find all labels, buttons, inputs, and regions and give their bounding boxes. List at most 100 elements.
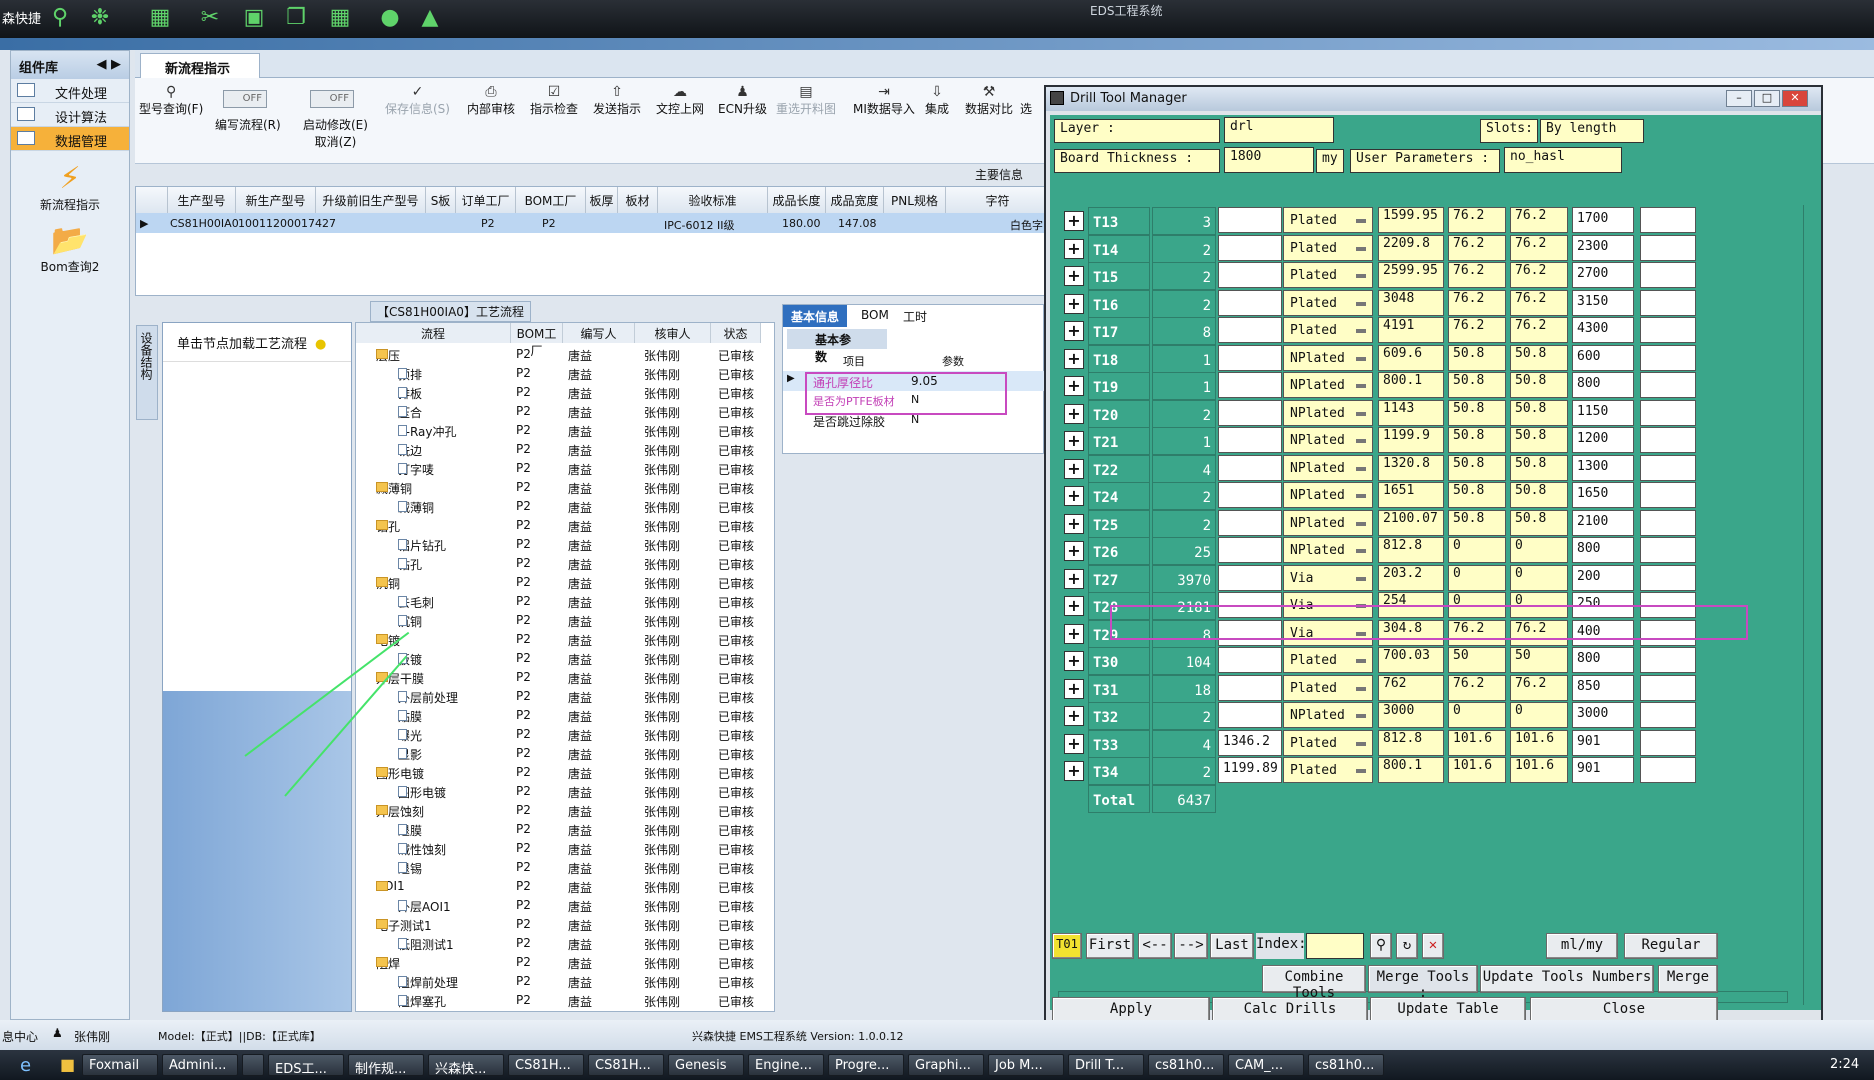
drill-size-field[interactable]: 812.8 (1378, 729, 1444, 756)
note-field[interactable] (1640, 482, 1696, 508)
expand-icon[interactable]: + (1064, 376, 1084, 396)
refresh-icon[interactable]: ↻ (1396, 933, 1418, 959)
tolerance-minus-field[interactable]: 76.2 (1510, 619, 1568, 646)
note-field[interactable] (1640, 509, 1696, 536)
taskbar-item[interactable]: Progre... (828, 1054, 904, 1076)
tree-row[interactable]: 预排 P2 唐益 张伟刚 已审核 (356, 364, 774, 383)
col-header[interactable]: 订单工厂 (456, 187, 516, 213)
doc-online-button[interactable]: ☁ 文控上网 (656, 84, 704, 117)
note-field[interactable] (1640, 702, 1696, 728)
equipment-structure-tab[interactable]: 设备结构 (136, 325, 158, 420)
plating-select[interactable]: Plated (1283, 207, 1373, 233)
tree-header[interactable]: 编写人 (563, 323, 635, 343)
note-field[interactable] (1640, 454, 1696, 481)
grid-icon[interactable]: ▦ (146, 4, 174, 32)
drill-size-field[interactable]: 812.8 (1378, 537, 1444, 563)
send-instruction-button[interactable]: ⇧ 发送指示 (593, 84, 641, 117)
tolerance-minus-field[interactable]: 50.8 (1510, 372, 1568, 398)
data-compare-button[interactable]: ⚒ 数据对比 (965, 84, 1013, 117)
actual-size-field[interactable]: 2700 (1572, 262, 1634, 288)
collapse-icon[interactable]: ◀ ▶ (96, 57, 121, 72)
expand-icon[interactable]: + (1064, 238, 1084, 259)
plating-select[interactable]: Plated (1283, 647, 1373, 673)
expand-icon[interactable]: + (1064, 623, 1084, 644)
expand-icon[interactable]: + (1064, 651, 1084, 671)
plating-select[interactable]: NPlated (1283, 372, 1373, 398)
tree-row[interactable]: 阻焊塞孔 P2 唐益 张伟刚 已审核 (356, 991, 774, 1010)
finish-size-field[interactable] (1218, 289, 1282, 316)
actual-size-field[interactable]: 800 (1572, 647, 1634, 673)
tree-row[interactable]: 压合 P2 唐益 张伟刚 已审核 (356, 402, 774, 421)
tree-row[interactable]: 外层蚀刻 P2 唐益 张伟刚 已审核 (356, 801, 774, 820)
plating-select[interactable]: NPlated (1283, 482, 1373, 508)
tree-row[interactable]: 减薄铜 P2 唐益 张伟刚 已审核 (356, 478, 774, 497)
finish-size-field[interactable] (1218, 234, 1282, 261)
user-icon[interactable]: ● (376, 4, 404, 32)
drill-size-field[interactable]: 4191 (1378, 317, 1444, 343)
tolerance-plus-field[interactable]: 50.8 (1448, 344, 1506, 371)
expand-icon[interactable]: + (1064, 486, 1084, 506)
drill-size-field[interactable]: 609.6 (1378, 344, 1444, 371)
tolerance-plus-field[interactable]: 50.8 (1448, 427, 1506, 453)
actual-size-field[interactable]: 1700 (1572, 207, 1634, 233)
finish-size-field[interactable] (1218, 482, 1282, 508)
tab-basic-info[interactable]: 基本信息 (783, 305, 848, 327)
actual-size-field[interactable]: 901 (1572, 729, 1634, 756)
expand-icon[interactable]: + (1064, 596, 1084, 616)
col-header[interactable]: S板 (426, 187, 456, 213)
tree-header[interactable]: 核审人 (635, 323, 711, 343)
drill-size-field[interactable]: 3000 (1378, 702, 1444, 728)
ecn-upgrade-button[interactable]: ♟ ECN升级 (718, 84, 767, 117)
taskbar-item[interactable]: CAM_... (1228, 1054, 1304, 1076)
tolerance-minus-field[interactable]: 76.2 (1510, 317, 1568, 343)
tree-row[interactable]: 图形电镀 P2 唐益 张伟刚 已审核 (356, 763, 774, 782)
search-icon[interactable]: ⚲ (1370, 933, 1392, 959)
actual-size-field[interactable]: 200 (1572, 564, 1634, 591)
nav-data-management[interactable]: 数据管理 (11, 127, 129, 151)
actual-size-field[interactable]: 1150 (1572, 399, 1634, 426)
note-field[interactable] (1640, 674, 1696, 701)
plating-select[interactable]: NPlated (1283, 344, 1373, 371)
tolerance-minus-field[interactable]: 76.2 (1510, 207, 1568, 233)
search-icon[interactable]: ⚲ (46, 4, 74, 32)
drill-size-field[interactable]: 800.1 (1378, 372, 1444, 398)
expand-icon[interactable]: + (1064, 403, 1084, 424)
col-header[interactable]: 成品宽度 (826, 187, 884, 213)
taskbar-item[interactable] (242, 1054, 264, 1076)
finish-size-field[interactable] (1218, 344, 1282, 371)
expand-icon[interactable]: + (1064, 541, 1084, 561)
note-field[interactable] (1640, 647, 1696, 673)
tolerance-minus-field[interactable]: 50 (1510, 647, 1568, 673)
tree-row[interactable]: 板镀 P2 唐益 张伟刚 已审核 (356, 649, 774, 668)
expand-icon[interactable]: + (1064, 513, 1084, 534)
drill-size-field[interactable]: 3048 (1378, 289, 1444, 316)
tree-row[interactable]: 退膜 P2 唐益 张伟刚 已审核 (356, 820, 774, 839)
drill-size-field[interactable]: 1599.95 (1378, 207, 1444, 233)
minimize-button[interactable]: – (1726, 90, 1752, 107)
col-header[interactable]: 板材 (618, 187, 658, 213)
tolerance-plus-field[interactable]: 76.2 (1448, 619, 1506, 646)
taskbar-item[interactable]: 兴森快... (428, 1054, 504, 1076)
actual-size-field[interactable]: 850 (1572, 674, 1634, 701)
tolerance-minus-field[interactable]: 0 (1510, 592, 1568, 618)
finish-size-field[interactable] (1218, 674, 1282, 701)
expand-icon[interactable]: + (1064, 293, 1084, 314)
note-field[interactable] (1640, 207, 1696, 233)
tree-row[interactable]: 电镀 P2 唐益 张伟刚 已审核 (356, 630, 774, 649)
plating-select[interactable]: NPlated (1283, 537, 1373, 563)
finish-size-field[interactable] (1218, 564, 1282, 591)
note-field[interactable] (1640, 537, 1696, 563)
drill-size-field[interactable]: 2209.8 (1378, 234, 1444, 261)
note-field[interactable] (1640, 317, 1696, 343)
tree-header[interactable]: 状态 (711, 323, 761, 343)
plating-select[interactable]: NPlated (1283, 702, 1373, 728)
model-query-button[interactable]: ⚲ 型号查询(F) (139, 84, 203, 117)
tolerance-minus-field[interactable]: 76.2 (1510, 234, 1568, 261)
combine-tools-button[interactable]: Combine Tools (1262, 965, 1366, 1001)
tolerance-minus-field[interactable]: 50.8 (1510, 454, 1568, 481)
index-field[interactable] (1306, 933, 1364, 959)
tree-row[interactable]: 沉铜 P2 唐益 张伟刚 已审核 (356, 611, 774, 630)
note-field[interactable] (1640, 262, 1696, 288)
tolerance-minus-field[interactable]: 76.2 (1510, 289, 1568, 316)
tree-row[interactable]: 排板 P2 唐益 张伟刚 已审核 (356, 383, 774, 402)
